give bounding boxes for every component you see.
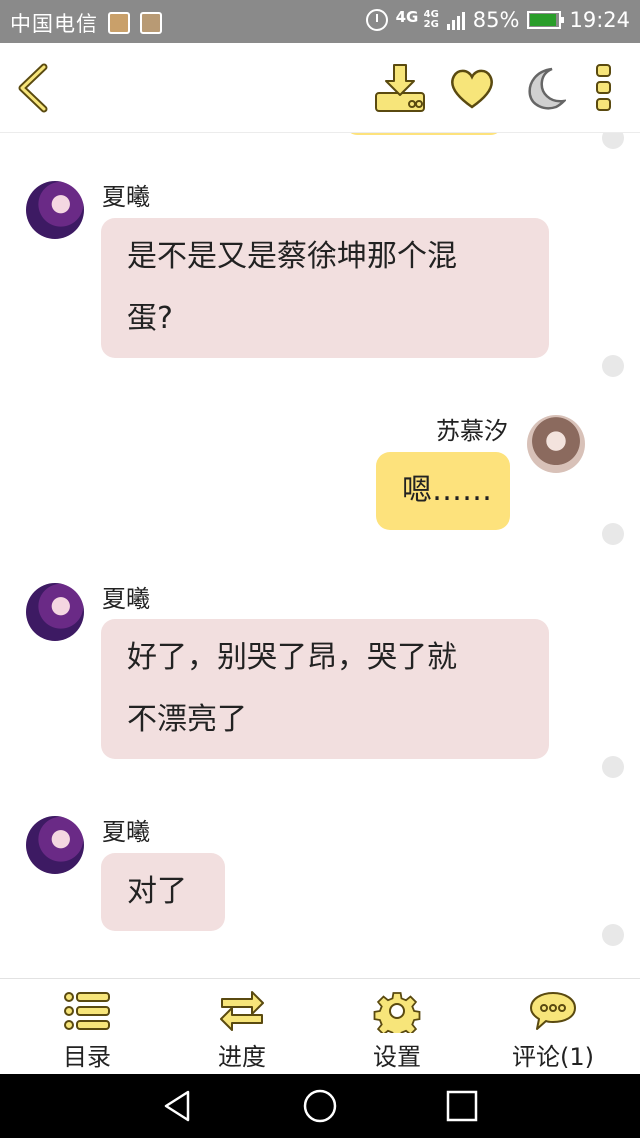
message-status-dot — [602, 133, 624, 149]
avatar-xia[interactable] — [26, 816, 84, 874]
network-type-label: 4G 4G 2G — [396, 10, 439, 30]
message-status-dot — [602, 756, 624, 778]
message-text-line: 蛋? — [127, 301, 173, 336]
more-vertical-icon[interactable] — [590, 63, 618, 113]
network-4g: 4G — [395, 8, 419, 26]
system-nav-bar — [0, 1074, 640, 1138]
avatar-su[interactable] — [527, 415, 585, 473]
nav-comments-label: 评论(1) — [512, 1043, 594, 1071]
chat-area[interactable]: 夏曦 是不是又是蔡徐坤那个混 蛋? 苏慕汐 嗯…… 夏曦 好了，别哭了昂，哭了就… — [0, 133, 640, 978]
sender-name: 夏曦 — [102, 183, 150, 211]
swap-arrows-icon — [220, 991, 264, 1031]
message-status-dot — [602, 355, 624, 377]
list-icon — [64, 992, 110, 1030]
clock: 19:24 — [569, 8, 630, 32]
message-text-line: 好了，别哭了昂，哭了就 — [127, 640, 457, 675]
system-back-icon[interactable] — [160, 1088, 196, 1124]
message-text-line: 不漂亮了 — [127, 702, 247, 737]
sender-name: 苏慕汐 — [436, 417, 508, 445]
back-chevron-icon[interactable] — [14, 63, 54, 113]
nav-settings-label: 设置 — [373, 1043, 421, 1071]
notification-icon — [108, 12, 130, 34]
message-text-line: 是不是又是蔡徐坤那个混 — [127, 239, 457, 274]
signal-icon — [446, 10, 465, 30]
gear-icon — [373, 992, 421, 1033]
nav-progress-button[interactable]: 进度 — [182, 989, 302, 1072]
bottom-nav: 目录 进度 设置 评论(1) — [0, 978, 640, 1074]
message-bubble[interactable]: 是不是又是蔡徐坤那个混 蛋? — [101, 218, 549, 358]
avatar-xia[interactable] — [26, 181, 84, 239]
reader-toolbar — [0, 43, 640, 133]
system-recents-icon[interactable] — [444, 1088, 480, 1124]
sender-name: 夏曦 — [102, 818, 150, 846]
avatar-xia[interactable] — [26, 583, 84, 641]
nav-catalog-button[interactable]: 目录 — [27, 989, 147, 1072]
previous-message-bubble — [346, 133, 502, 135]
nav-comments-button[interactable]: 评论(1) — [493, 989, 613, 1072]
nav-catalog-label: 目录 — [63, 1043, 111, 1071]
battery-icon — [527, 11, 565, 29]
sender-name: 夏曦 — [102, 585, 150, 613]
nav-settings-button[interactable]: 设置 — [337, 989, 457, 1072]
message-bubble[interactable]: 嗯…… — [376, 452, 510, 530]
message-text-line: 嗯…… — [402, 473, 492, 508]
message-status-dot — [602, 523, 624, 545]
message-bubble[interactable]: 对了 — [101, 853, 225, 931]
comment-bubble-icon — [530, 992, 576, 1030]
download-icon[interactable] — [374, 63, 426, 115]
alarm-icon — [365, 9, 388, 31]
network-2g-small: 2G — [423, 19, 439, 30]
heart-icon[interactable] — [448, 65, 496, 113]
status-bar: 中国电信 4G 4G 2G 85% 19:24 — [0, 0, 640, 43]
message-bubble[interactable]: 好了，别哭了昂，哭了就 不漂亮了 — [101, 619, 549, 759]
battery-percent: 85% — [472, 8, 520, 32]
system-home-icon[interactable] — [302, 1088, 338, 1124]
carrier-label: 中国电信 — [10, 12, 98, 36]
nav-progress-label: 进度 — [218, 1043, 266, 1071]
message-status-dot — [602, 924, 624, 946]
message-text-line: 对了 — [127, 874, 187, 909]
image-notification-icon — [140, 12, 162, 34]
moon-icon[interactable] — [520, 65, 566, 113]
